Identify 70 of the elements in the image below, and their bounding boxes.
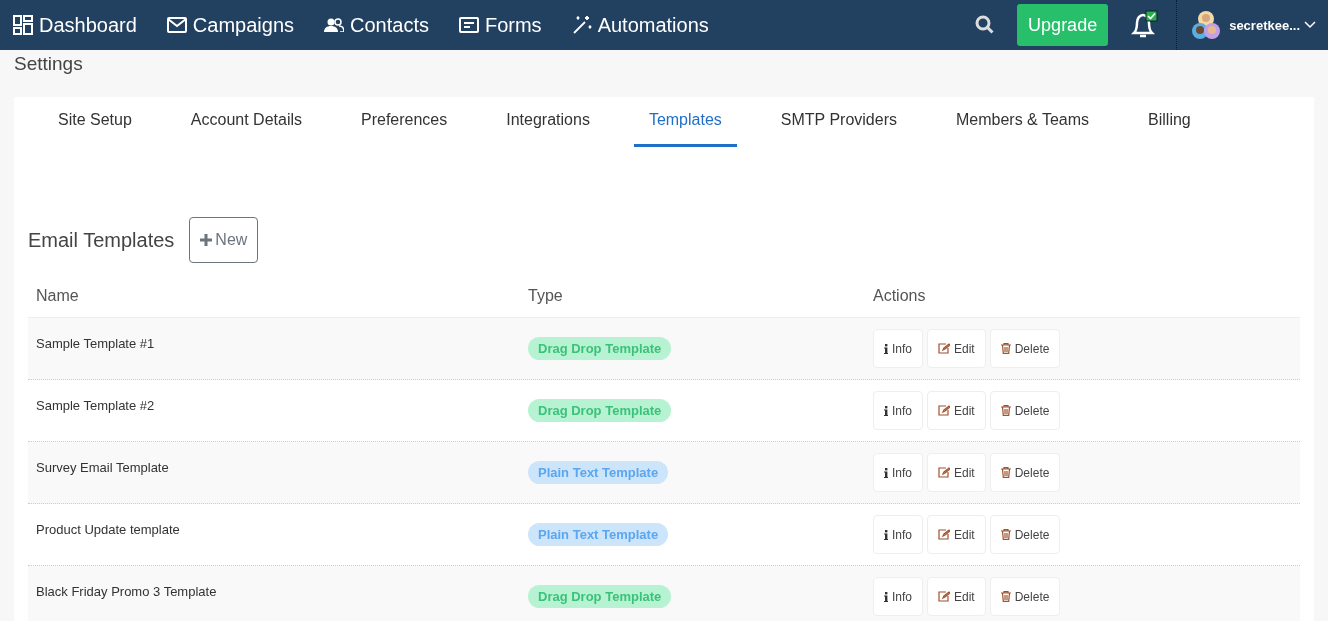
template-name: Survey Email Template xyxy=(35,460,170,475)
template-type-badge: Plain Text Template xyxy=(528,461,669,484)
page-title: Settings xyxy=(13,52,84,76)
info-icon xyxy=(884,405,888,416)
edit-icon xyxy=(938,405,950,416)
action-button[interactable]: Info xyxy=(873,391,923,430)
plus-icon xyxy=(200,234,213,246)
edit-icon xyxy=(938,529,950,540)
nav-link[interactable]: Campaigns xyxy=(166,13,294,37)
user-avatars-icon[interactable] xyxy=(1191,10,1222,40)
info-icon xyxy=(884,529,888,540)
action-button[interactable]: Edit xyxy=(927,515,986,554)
nav-link[interactable]: Forms xyxy=(458,13,542,37)
action-button[interactable]: Delete xyxy=(989,453,1061,492)
action-button[interactable]: Delete xyxy=(989,391,1061,430)
nav-link[interactable]: Contacts xyxy=(324,13,429,37)
action-button[interactable]: Info xyxy=(873,329,923,368)
settings-tab[interactable]: Integrations xyxy=(491,97,605,147)
settings-tab[interactable]: Preferences xyxy=(346,97,463,147)
magic-wand-icon xyxy=(571,15,592,35)
action-button[interactable]: Edit xyxy=(927,391,986,430)
chevron-down-icon[interactable] xyxy=(1304,21,1316,29)
info-icon xyxy=(884,591,888,602)
trash-icon xyxy=(1000,529,1011,540)
section-title: Email Templates xyxy=(28,228,175,252)
trash-icon xyxy=(1000,591,1011,602)
nav-link[interactable]: Dashboard xyxy=(13,13,137,37)
template-type-badge: Drag Drop Template xyxy=(528,337,672,360)
info-icon xyxy=(884,467,888,478)
action-button[interactable]: Edit xyxy=(927,329,986,368)
column-header: Actions xyxy=(872,286,927,305)
dashboard-icon xyxy=(13,15,33,35)
settings-tab[interactable]: Templates xyxy=(633,97,737,147)
edit-icon xyxy=(938,467,950,478)
settings-tab[interactable]: Members & Teams xyxy=(941,97,1105,147)
action-button[interactable]: Info xyxy=(873,453,923,492)
action-button[interactable]: Info xyxy=(873,577,923,616)
template-name: Black Friday Promo 3 Template xyxy=(35,584,218,599)
settings-tab[interactable]: Account Details xyxy=(175,97,317,147)
trash-icon xyxy=(1000,405,1011,416)
action-button[interactable]: Info xyxy=(873,515,923,554)
action-button[interactable]: Delete xyxy=(989,515,1061,554)
column-header: Name xyxy=(35,286,80,305)
search-icon[interactable] xyxy=(975,15,996,35)
template-name: Sample Template #2 xyxy=(35,398,156,413)
column-header: Type xyxy=(527,286,564,305)
settings-tab[interactable]: Billing xyxy=(1133,97,1206,147)
nav-link[interactable]: Automations xyxy=(571,13,709,37)
edit-icon xyxy=(938,591,950,602)
template-type-badge: Plain Text Template xyxy=(528,523,669,546)
settings-tab[interactable]: Site Setup xyxy=(43,97,147,147)
template-type-badge: Drag Drop Template xyxy=(528,399,672,422)
notification-bell-icon[interactable] xyxy=(1130,10,1159,40)
new-button[interactable]: New xyxy=(189,217,259,263)
trash-icon xyxy=(1000,343,1011,354)
form-icon xyxy=(458,17,479,33)
action-button[interactable]: Edit xyxy=(927,453,986,492)
edit-icon xyxy=(938,343,950,354)
settings-tab[interactable]: SMTP Providers xyxy=(765,97,912,147)
info-icon xyxy=(884,343,888,354)
username[interactable]: secretkee... xyxy=(1229,17,1300,33)
template-name: Sample Template #1 xyxy=(35,336,156,351)
action-button[interactable]: Delete xyxy=(989,577,1061,616)
template-type-badge: Drag Drop Template xyxy=(528,585,672,608)
action-button[interactable]: Edit xyxy=(927,577,986,616)
people-icon xyxy=(324,18,344,32)
trash-icon xyxy=(1000,467,1011,478)
action-button[interactable]: Delete xyxy=(989,329,1061,368)
template-name: Product Update template xyxy=(35,522,181,537)
envelope-icon xyxy=(166,17,187,33)
